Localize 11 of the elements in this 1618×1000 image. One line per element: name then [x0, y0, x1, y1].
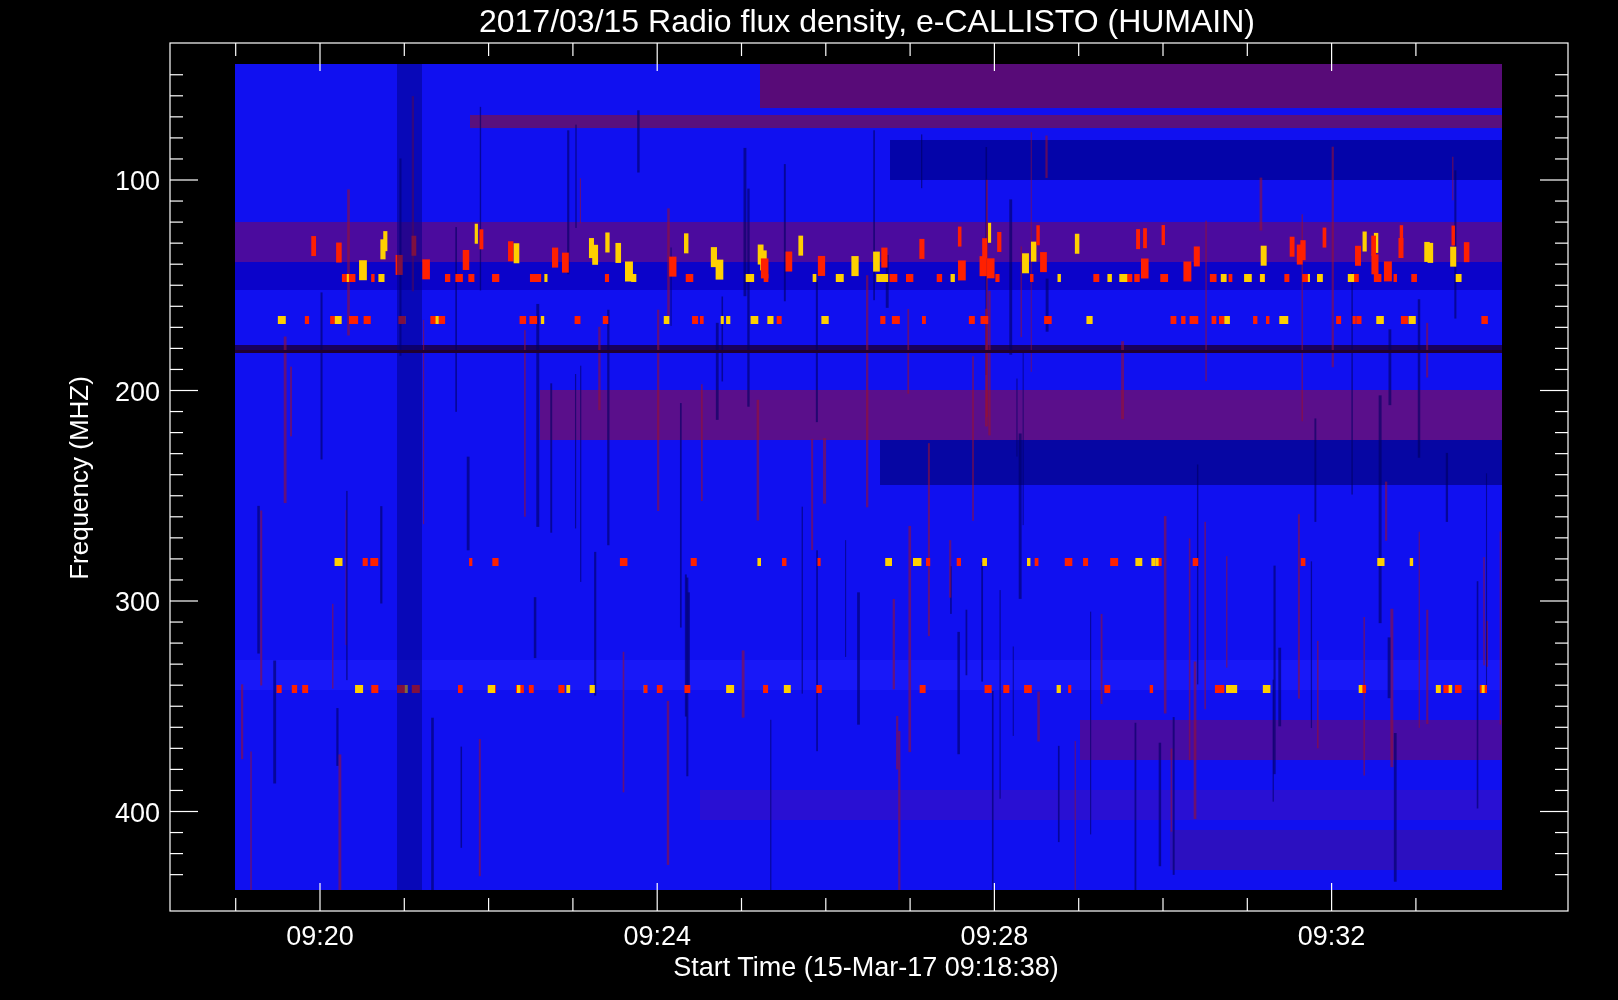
- x-tick-label: 09:20: [286, 921, 354, 951]
- x-tick-label: 09:24: [623, 921, 691, 951]
- chart-title: 2017/03/15 Radio flux density, e-CALLISTO (HUMAIN): [479, 3, 1255, 39]
- x-tick-label: 09:28: [960, 921, 1029, 951]
- y-tick-label: 200: [114, 376, 160, 407]
- y-axis-label: Frequency (MHZ): [64, 376, 94, 580]
- x-axis-label: Start Time (15-Mar-17 09:18:38): [673, 952, 1059, 982]
- y-tick-label: 300: [114, 587, 160, 617]
- y-tick-label: 100: [114, 166, 160, 196]
- y-tick-label: 400: [114, 797, 160, 828]
- x-tick-label: 09:32: [1297, 921, 1366, 951]
